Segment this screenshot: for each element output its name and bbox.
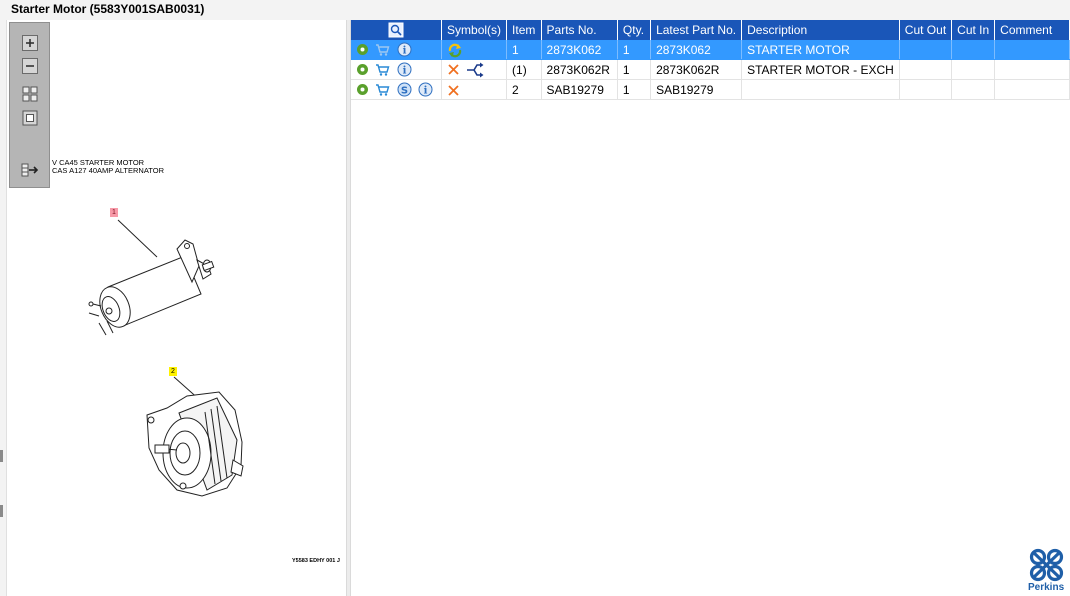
edge-marker [0, 450, 3, 462]
latest-part-no-cell: 2873K062R [650, 59, 743, 80]
zoom-out-icon [22, 58, 38, 74]
branch-arrow-icon[interactable] [466, 62, 484, 78]
service-icon[interactable]: S [397, 82, 412, 97]
cut-in-cell [951, 40, 996, 60]
row-symbols-cell [441, 79, 508, 100]
cross-icon[interactable] [447, 63, 460, 76]
row-actions-cell: i [351, 59, 443, 80]
column-header-cut-out[interactable]: Cut Out [899, 20, 953, 40]
svg-text:i: i [402, 66, 406, 77]
fit-all-icon [22, 86, 38, 102]
brand-name: Perkins [1028, 582, 1065, 593]
actual-size-button[interactable] [20, 108, 40, 128]
callout-2[interactable]: 2 [169, 367, 177, 376]
table-row[interactable]: S i 2 SAB19279 1 SAB19279 [351, 79, 1070, 100]
starter-motor-drawing [88, 219, 215, 336]
qty-cell: 1 [617, 79, 652, 100]
window-title: Starter Motor (5583Y001SAB0031) [11, 2, 205, 16]
edge-marker [0, 505, 3, 517]
parts-no-cell: 2873K062R [541, 59, 618, 80]
actual-size-icon [22, 110, 38, 126]
comment-cell [994, 40, 1070, 60]
cut-in-cell [951, 79, 996, 100]
description-cell: STARTER MOTOR [741, 40, 900, 60]
parts-no-cell: SAB19279 [541, 79, 618, 100]
comment-cell [994, 59, 1070, 80]
zoom-out-button[interactable] [20, 56, 40, 76]
row-actions-cell: S i [351, 79, 443, 100]
item-cell: 1 [506, 40, 542, 60]
info-icon[interactable]: i [397, 62, 412, 77]
column-header-cut-in[interactable]: Cut In [951, 20, 996, 40]
item-cell: (1) [506, 59, 542, 80]
parts-table: Symbol(s) Item Parts No. Qty. Latest Par… [351, 20, 1070, 100]
svg-text:i: i [402, 46, 406, 57]
table-row[interactable]: i (1) 2873K062R 1 2873K062R STARTER MOTO… [351, 59, 1070, 80]
alternator-drawing [146, 376, 244, 497]
svg-text:i: i [424, 86, 428, 97]
description-cell [741, 79, 900, 100]
column-header-parts-no[interactable]: Parts No. [541, 20, 618, 40]
qty-cell: 1 [617, 59, 652, 80]
drawing-reference: Y5583 EDHY 001 J [292, 558, 340, 564]
column-header-latest-part-no[interactable]: Latest Part No. [650, 20, 743, 40]
title-bar: Starter Motor (5583Y001SAB0031) [0, 0, 1070, 21]
row-symbols-cell [441, 40, 508, 60]
svg-text:S: S [401, 86, 408, 97]
gear-icon[interactable] [356, 43, 369, 56]
cut-in-cell [951, 59, 996, 80]
row-symbols-cell [441, 59, 508, 80]
column-header-symbols[interactable]: Symbol(s) [441, 20, 508, 40]
illustration-caption-line2: CAS A127 40AMP ALTERNATOR [52, 166, 164, 175]
fit-all-button[interactable] [20, 84, 40, 104]
zoom-toolbox [9, 22, 50, 188]
cut-out-cell [899, 79, 953, 100]
perkins-logo: Perkins [1028, 548, 1066, 593]
illustration-pane[interactable]: V CA45 STARTER MOTOR CAS A127 40AMP ALTE… [7, 20, 346, 596]
perkins-logo-mark [1029, 548, 1064, 582]
cart-icon[interactable] [375, 63, 390, 76]
item-cell: 2 [506, 79, 542, 100]
left-edge-strip [0, 20, 7, 596]
row-actions-cell: i [351, 40, 443, 60]
search-icon[interactable] [388, 22, 404, 38]
info-icon[interactable]: i [397, 42, 412, 57]
gear-icon[interactable] [356, 83, 369, 96]
cut-out-cell [899, 40, 953, 60]
table-header-row: Symbol(s) Item Parts No. Qty. Latest Par… [351, 20, 1070, 40]
parts-no-cell: 2873K062 [541, 40, 618, 60]
column-header-description[interactable]: Description [741, 20, 900, 40]
description-cell: STARTER MOTOR - EXCH [741, 59, 900, 80]
qty-cell: 1 [617, 40, 652, 60]
column-header-qty[interactable]: Qty. [617, 20, 652, 40]
parts-grid: Symbol(s) Item Parts No. Qty. Latest Par… [351, 20, 1070, 596]
zoom-in-icon [22, 35, 38, 51]
column-header-item[interactable]: Item [506, 20, 542, 40]
gear-icon[interactable] [356, 63, 369, 76]
cart-icon[interactable] [375, 83, 390, 96]
column-header-comment[interactable]: Comment [994, 20, 1070, 40]
latest-part-no-cell: 2873K062 [650, 40, 743, 60]
table-row[interactable]: i 1 2873K062 1 2873K062 STARTER MOTOR [351, 40, 1070, 60]
export-button[interactable] [20, 160, 40, 180]
latest-part-no-cell: SAB19279 [650, 79, 743, 100]
refresh-arrows-icon[interactable] [447, 42, 463, 58]
column-header-icons[interactable] [351, 20, 443, 40]
parts-drawing [88, 219, 244, 497]
cross-icon[interactable] [447, 84, 460, 97]
cart-icon[interactable] [375, 43, 390, 56]
info-icon[interactable]: i [418, 82, 433, 97]
comment-cell [994, 79, 1070, 100]
cut-out-cell [899, 59, 953, 80]
callout-1[interactable]: 1 [110, 208, 118, 217]
export-icon [21, 163, 39, 177]
zoom-in-button[interactable] [20, 33, 40, 53]
